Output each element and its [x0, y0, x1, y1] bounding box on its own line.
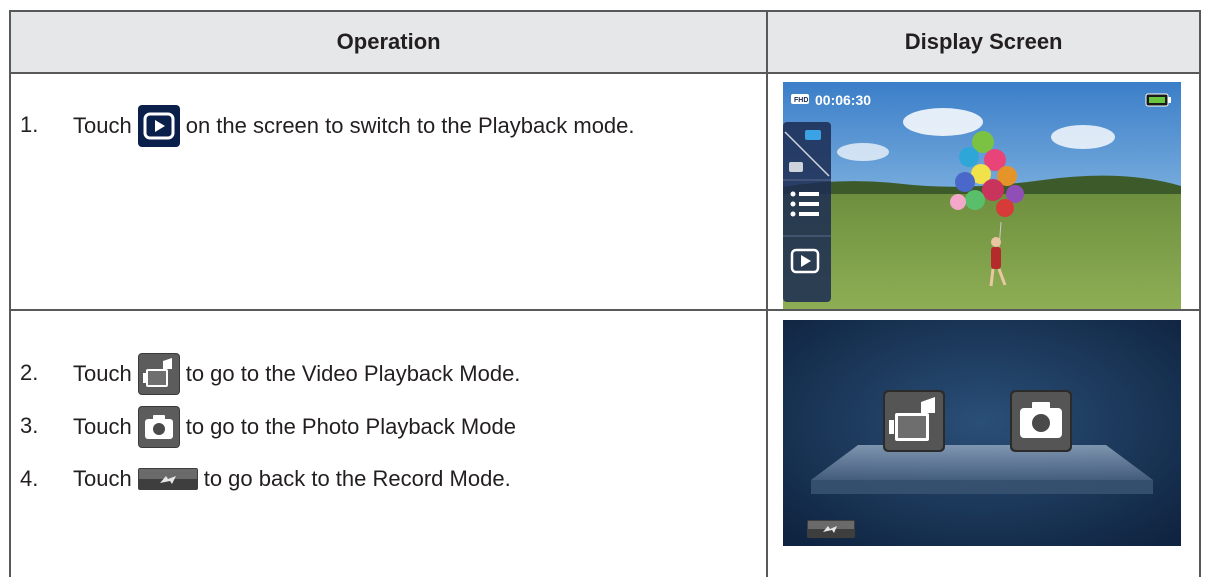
playback-icon — [137, 105, 180, 147]
display-screen-cell — [766, 309, 1201, 577]
operation-cell: 2. Touch to go to the Video Playback Mod… — [8, 309, 769, 577]
step-text: Touch — [73, 361, 132, 386]
menu-list-icon — [790, 191, 820, 217]
header-row: Operation Display Screen — [8, 10, 1201, 74]
photo-camera-icon — [137, 406, 180, 448]
step-item: 2. Touch to go to the Video Playback Mod… — [11, 353, 766, 395]
operation-cell: 1. Touch on the screen to switch to the … — [8, 72, 769, 311]
step-text: to go back to the Record Mode. — [203, 466, 511, 491]
step-number: 4. — [20, 466, 39, 491]
step-text: Touch — [73, 113, 132, 138]
table-row: 1. Touch on the screen to switch to the … — [8, 72, 1201, 311]
resolution-badge: FHD — [794, 97, 808, 104]
instruction-table: Operation Display Screen 1. Touch on the… — [8, 10, 1201, 577]
table-row: 2. Touch to go to the Video Playback Mod… — [8, 309, 1201, 577]
step-text: to go to the Video Playback Mode. — [185, 361, 521, 386]
step-number: 1. — [20, 112, 39, 137]
step-item: 4. Touch to go back to the Record Mode. — [11, 459, 766, 499]
step-text: on the screen to switch to the Playback … — [185, 113, 635, 138]
playback-screen-image: FHD 00:06:30 — [783, 82, 1182, 309]
recording-timer: 00:06:30 — [815, 92, 871, 108]
video-mode-button — [883, 390, 946, 452]
step-text: Touch — [73, 414, 132, 439]
step-item: 3. Touch to go to the Photo Playback Mod… — [11, 406, 766, 448]
back-arrow-icon — [137, 468, 198, 490]
photo-mode-button — [1010, 390, 1073, 452]
header-operation: Operation — [8, 10, 769, 74]
header-display-screen: Display Screen — [766, 10, 1201, 74]
step-number: 3. — [20, 413, 39, 438]
step-text: to go to the Photo Playback Mode — [185, 414, 516, 439]
battery-icon — [1145, 93, 1172, 107]
display-screen-cell: FHD 00:06:30 — [766, 72, 1201, 311]
step-text: Touch — [73, 466, 132, 491]
step-item: 1. Touch on the screen to switch to the … — [11, 105, 766, 147]
playback-mode-screen-image — [783, 320, 1182, 546]
back-button — [807, 520, 856, 538]
step-number: 2. — [20, 360, 39, 385]
video-camera-icon — [137, 353, 180, 395]
